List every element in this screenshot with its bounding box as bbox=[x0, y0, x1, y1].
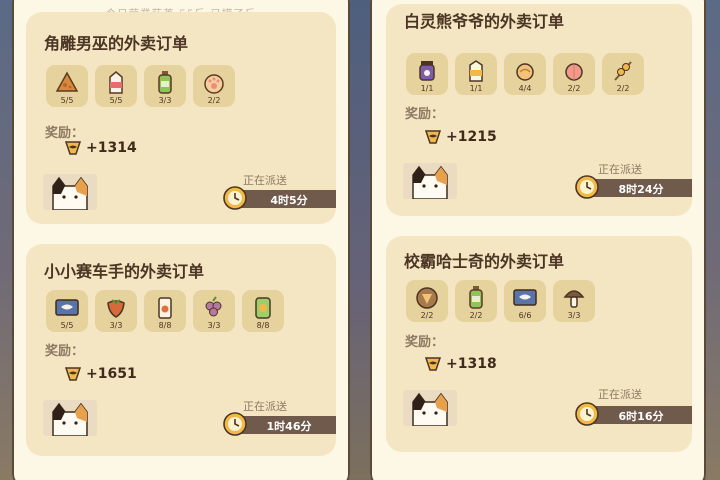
order-item[interactable]: 8/8 bbox=[242, 290, 284, 332]
delivery-timer: 6时16分 bbox=[575, 402, 692, 426]
reward-label: 奖励： bbox=[45, 344, 85, 359]
reward-label: 奖励： bbox=[405, 335, 445, 350]
skewer-icon bbox=[614, 61, 632, 81]
cat-face-icon bbox=[412, 165, 448, 199]
order-card[interactable]: 校霸哈士奇的外卖订单 2/2 2/2 6/6 3/3 奖励： +1318 正在派… bbox=[386, 236, 692, 452]
peach-icon bbox=[565, 63, 583, 81]
timer-text: 8时24分 bbox=[618, 183, 664, 196]
fish-coin-icon bbox=[424, 130, 442, 144]
order-item[interactable]: 2/2 bbox=[455, 280, 497, 322]
delivery-timer: 8时24分 bbox=[575, 175, 692, 199]
bun-icon bbox=[516, 63, 534, 81]
cheese-wedge-icon bbox=[55, 71, 79, 92]
reward: +1215 bbox=[423, 127, 497, 147]
paw-cookie-icon bbox=[204, 74, 224, 94]
order-title: 角雕男巫的外卖订单 bbox=[44, 34, 189, 53]
alarm-clock-icon bbox=[575, 175, 599, 199]
grapes-icon bbox=[205, 296, 222, 317]
green-bottle-icon bbox=[158, 71, 172, 94]
cat-avatar bbox=[403, 163, 457, 199]
fish-tin-icon bbox=[513, 289, 537, 306]
cat-avatar bbox=[403, 390, 457, 426]
reward-value: +1318 bbox=[446, 356, 497, 372]
cat-avatar bbox=[43, 174, 97, 210]
background-strip-middle bbox=[350, 0, 370, 480]
order-card[interactable]: 角雕男巫的外卖订单 5/5 5/5 3/3 2/2 奖励： +1314 正在派送… bbox=[26, 12, 336, 224]
order-item[interactable]: 2/2 bbox=[553, 53, 595, 95]
fish-tin-icon bbox=[55, 299, 79, 316]
fish-coin-icon bbox=[424, 357, 442, 371]
reward-value: +1314 bbox=[86, 140, 137, 156]
canned-food-icon bbox=[255, 297, 271, 319]
cat-face-icon bbox=[52, 402, 88, 436]
order-item[interactable]: 2/2 bbox=[193, 65, 235, 107]
strawberry-icon bbox=[107, 299, 125, 318]
order-item[interactable]: 3/3 bbox=[193, 290, 235, 332]
order-item[interactable]: 1/1 bbox=[406, 53, 448, 95]
background-strip-right bbox=[706, 0, 720, 480]
reward-value: +1651 bbox=[86, 366, 137, 382]
order-item[interactable]: 5/5 bbox=[46, 290, 88, 332]
fish-coin-icon bbox=[64, 367, 82, 381]
order-item[interactable]: 6/6 bbox=[504, 280, 546, 322]
order-items: 5/5 3/3 8/8 3/3 8/8 bbox=[46, 290, 284, 332]
fruit-juice-icon bbox=[158, 297, 172, 319]
delivery-status: 正在派送 bbox=[598, 388, 642, 401]
order-item[interactable]: 3/3 bbox=[95, 290, 137, 332]
cat-avatar bbox=[43, 400, 97, 436]
order-items: 5/5 5/5 3/3 2/2 bbox=[46, 65, 235, 107]
order-item[interactable]: 8/8 bbox=[144, 290, 186, 332]
order-items: 1/1 1/1 4/4 2/2 2/2 bbox=[406, 53, 644, 95]
order-title: 小小赛车手的外卖订单 bbox=[44, 262, 205, 281]
order-item[interactable]: 1/1 bbox=[455, 53, 497, 95]
grape-jam-icon bbox=[419, 61, 435, 81]
order-items: 2/2 2/2 6/6 3/3 bbox=[406, 280, 595, 322]
order-item[interactable]: 2/2 bbox=[406, 280, 448, 322]
cat-face-icon bbox=[52, 176, 88, 210]
pizza-plate-icon bbox=[416, 287, 438, 309]
order-item[interactable]: 3/3 bbox=[144, 65, 186, 107]
alarm-clock-icon bbox=[575, 402, 599, 426]
delivery-timer: 4时5分 bbox=[223, 186, 336, 210]
delivery-timer: 1时46分 bbox=[223, 412, 336, 436]
order-card[interactable]: 白灵熊爷爷的外卖订单 1/1 1/1 4/4 2/2 2/2 奖励： +1215… bbox=[386, 4, 692, 216]
reward: +1314 bbox=[63, 138, 137, 158]
order-item[interactable]: 4/4 bbox=[504, 53, 546, 95]
order-item[interactable]: 3/3 bbox=[553, 280, 595, 322]
order-card[interactable]: 小小赛车手的外卖订单 5/5 3/3 8/8 3/3 8/8 奖励： +1651… bbox=[26, 244, 336, 456]
mushroom-icon bbox=[563, 290, 585, 308]
alarm-clock-icon bbox=[223, 186, 247, 210]
cat-face-icon bbox=[412, 392, 448, 426]
alarm-clock-icon bbox=[223, 412, 247, 436]
phone-screen-right[interactable]: 今日营業荻菱:55斤,已捞了斤 白灵熊爷爷的外卖订单 1/1 1/1 4/4 2… bbox=[370, 0, 706, 480]
order-title: 校霸哈士奇的外卖订单 bbox=[404, 252, 565, 271]
order-item[interactable]: 5/5 bbox=[95, 65, 137, 107]
reward-value: +1215 bbox=[446, 129, 497, 145]
order-title: 白灵熊爷爷的外卖订单 bbox=[404, 12, 565, 31]
order-item[interactable]: 2/2 bbox=[602, 53, 644, 95]
timer-text: 6时16分 bbox=[618, 410, 664, 423]
fish-coin-icon bbox=[64, 141, 82, 155]
reward: +1318 bbox=[423, 354, 497, 374]
order-item[interactable]: 5/5 bbox=[46, 65, 88, 107]
juice-box-icon bbox=[469, 60, 483, 82]
reward-label: 奖励： bbox=[405, 107, 445, 122]
green-bottle-icon bbox=[469, 286, 483, 309]
phone-screen-left[interactable]: 今日营業荻菱:55斤,已捞了斤 角雕男巫的外卖订单 5/5 5/5 3/3 2/… bbox=[12, 0, 350, 480]
milk-carton-icon bbox=[109, 71, 123, 94]
reward: +1651 bbox=[63, 364, 137, 384]
